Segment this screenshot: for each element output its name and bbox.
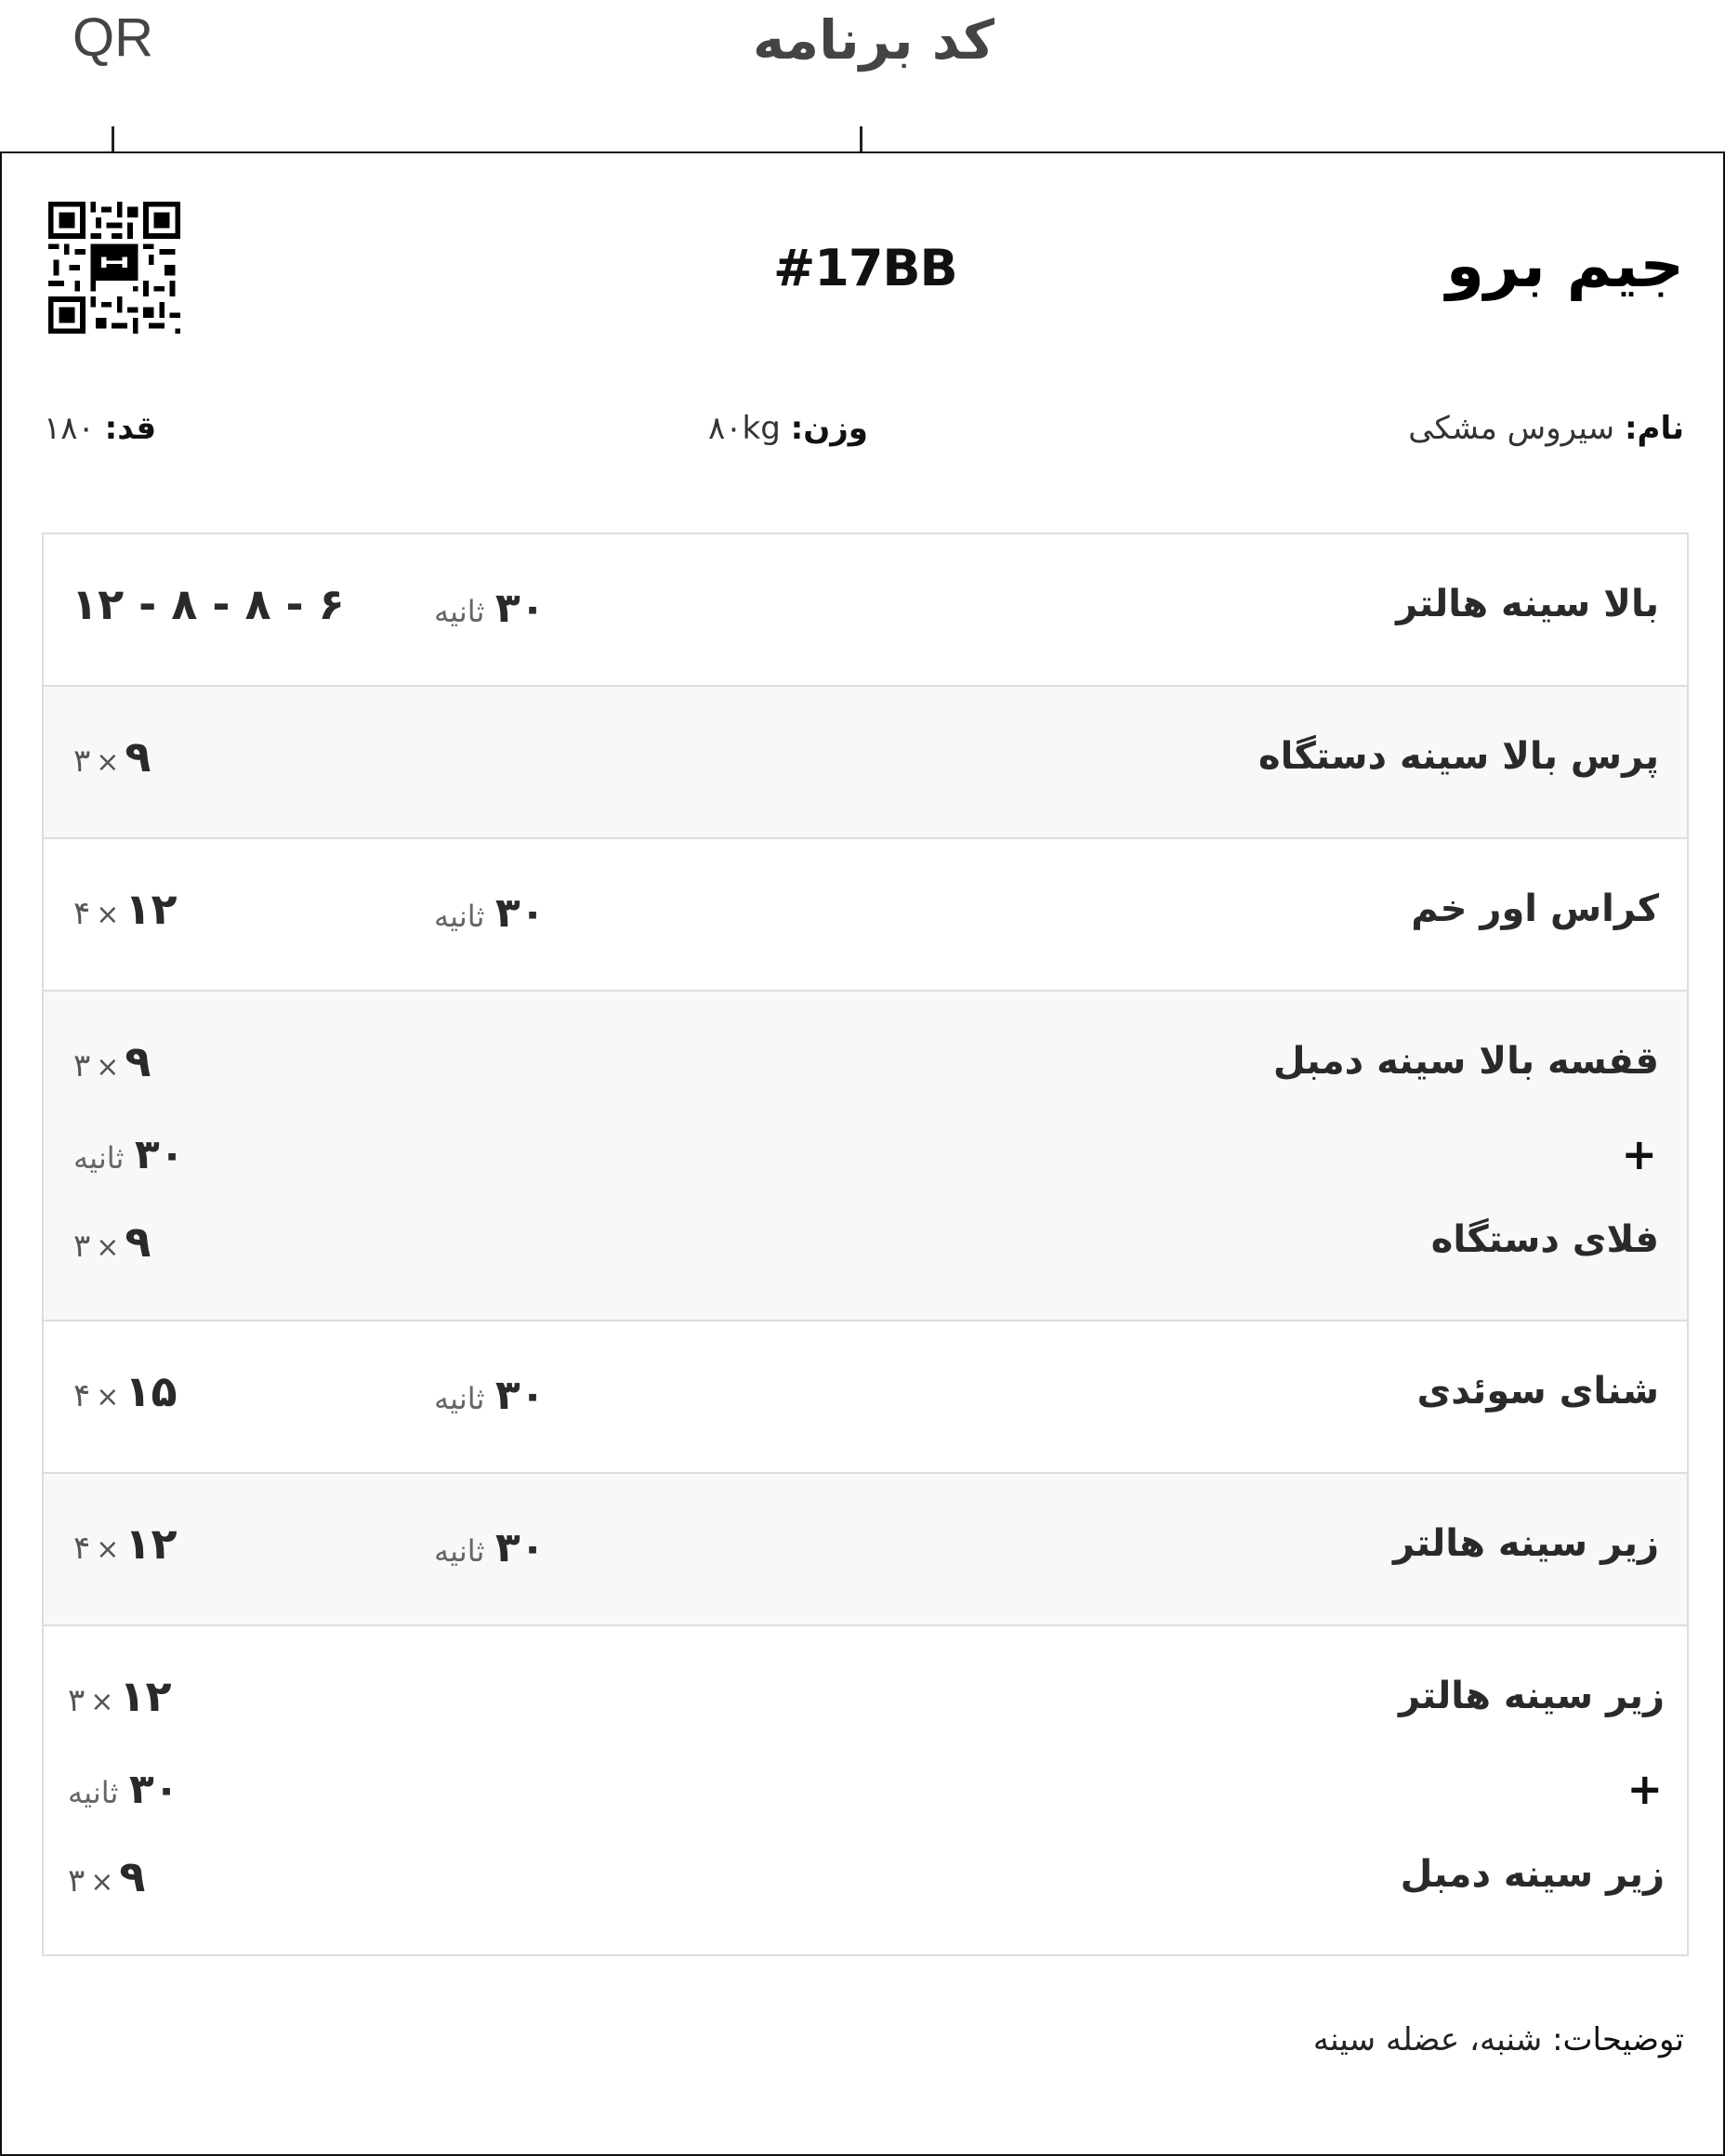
gym-brand-logo: جیم برو: [1445, 230, 1684, 301]
name-value: سیروس مشکی: [1408, 410, 1615, 447]
rest-time: ۳۰ ثانیه: [434, 1372, 546, 1419]
superset-row: قفسه بالا سینه دمبل ۳ × ۹ + ۳۰ ثانیه فلای …: [44, 990, 1687, 1320]
exercise-table: بالا سینه هالتر ۳۰ ثانیه ۱۲ - ۸ - ۸ - ۶ …: [42, 532, 1689, 1956]
code-annotation-pointer: [860, 126, 862, 154]
sets-reps: ۴ × ۱۲: [73, 1518, 178, 1569]
rest-time: ۳۰ ثانیه: [434, 1524, 546, 1571]
exercise-name: قفسه بالا سینه دمبل: [1272, 1040, 1659, 1083]
rest-time: ۳۰ ثانیه: [434, 585, 546, 632]
member-name-field: نام: سیروس مشکی: [1408, 410, 1684, 447]
sets-reps: ۴ × ۱۲: [73, 884, 178, 934]
sets-reps: ۳ × ۱۲: [68, 1671, 172, 1721]
program-code: #17BB: [773, 239, 958, 297]
superset-plus: +: [1626, 1764, 1663, 1814]
rest-time: ۳۰ ثانیه: [68, 1766, 179, 1813]
sets-reps: ۳ × ۹: [73, 1036, 151, 1086]
sets-reps: ۳ × ۹: [73, 1216, 151, 1267]
exercise-row: کراس اور خم ۳۰ ثانیه ۴ × ۱۲: [44, 837, 1687, 990]
weight-label: وزن:: [790, 410, 868, 447]
exercise-name: کراس اور خم: [1411, 887, 1659, 930]
exercise-name: شنای سوئدی: [1416, 1370, 1659, 1413]
exercise-row: پرس بالا سینه دستگاه ۳ × ۹: [44, 685, 1687, 837]
exercise-row: شنای سوئدی ۳۰ ثانیه ۴ × ۱۵: [44, 1320, 1687, 1472]
superset-plus: +: [1621, 1129, 1657, 1179]
height-label: قد:: [104, 410, 157, 447]
name-label: نام:: [1624, 410, 1684, 447]
rest-time: ۳۰ ثانیه: [434, 889, 546, 937]
exercise-name: فلای دستگاه: [1430, 1218, 1659, 1261]
program-code-annotation: کد برنامه: [753, 8, 994, 72]
exercise-name: زیر سینه هالتر: [1398, 1675, 1665, 1717]
member-height-field: قد: ۱۸۰: [44, 410, 156, 447]
exercise-name: زیر سینه دمبل: [1400, 1853, 1665, 1896]
reps-sequence: ۱۲ - ۸ - ۸ - ۶: [72, 579, 345, 629]
description-label: توضیحات:: [1552, 2021, 1684, 2058]
height-value: ۱۸۰: [44, 410, 95, 447]
rest-time: ۳۰ ثانیه: [73, 1131, 185, 1178]
qr-code-icon: [48, 202, 180, 334]
description-field: توضیحات: شنبه، عضله سینه: [1313, 2021, 1684, 2058]
exercise-row: زیر سینه هالتر ۳۰ ثانیه ۴ × ۱۲: [44, 1472, 1687, 1624]
exercise-name: پرس بالا سینه دستگاه: [1258, 735, 1659, 778]
member-weight-field: وزن: ۸۰kg: [708, 410, 868, 447]
qr-annotation: QR: [72, 7, 153, 68]
workout-program-card: #17BB جیم برو نام: سیروس مشکی وزن: ۸۰kg …: [0, 151, 1725, 2156]
sets-reps: ۴ × ۱۵: [73, 1366, 178, 1416]
qr-annotation-pointer: [112, 126, 114, 154]
sets-reps: ۳ × ۹: [73, 731, 151, 782]
weight-value: ۸۰kg: [708, 410, 781, 447]
exercise-name: بالا سینه هالتر: [1396, 583, 1659, 625]
exercise-name: زیر سینه هالتر: [1392, 1522, 1659, 1565]
description-value: شنبه، عضله سینه: [1312, 2021, 1543, 2058]
superset-row: زیر سینه هالتر ۳ × ۱۲ + ۳۰ ثانیه زیر سینه …: [44, 1624, 1687, 1954]
exercise-row: بالا سینه هالتر ۳۰ ثانیه ۱۲ - ۸ - ۸ - ۶: [44, 534, 1687, 685]
sets-reps: ۳ × ۹: [68, 1851, 146, 1901]
